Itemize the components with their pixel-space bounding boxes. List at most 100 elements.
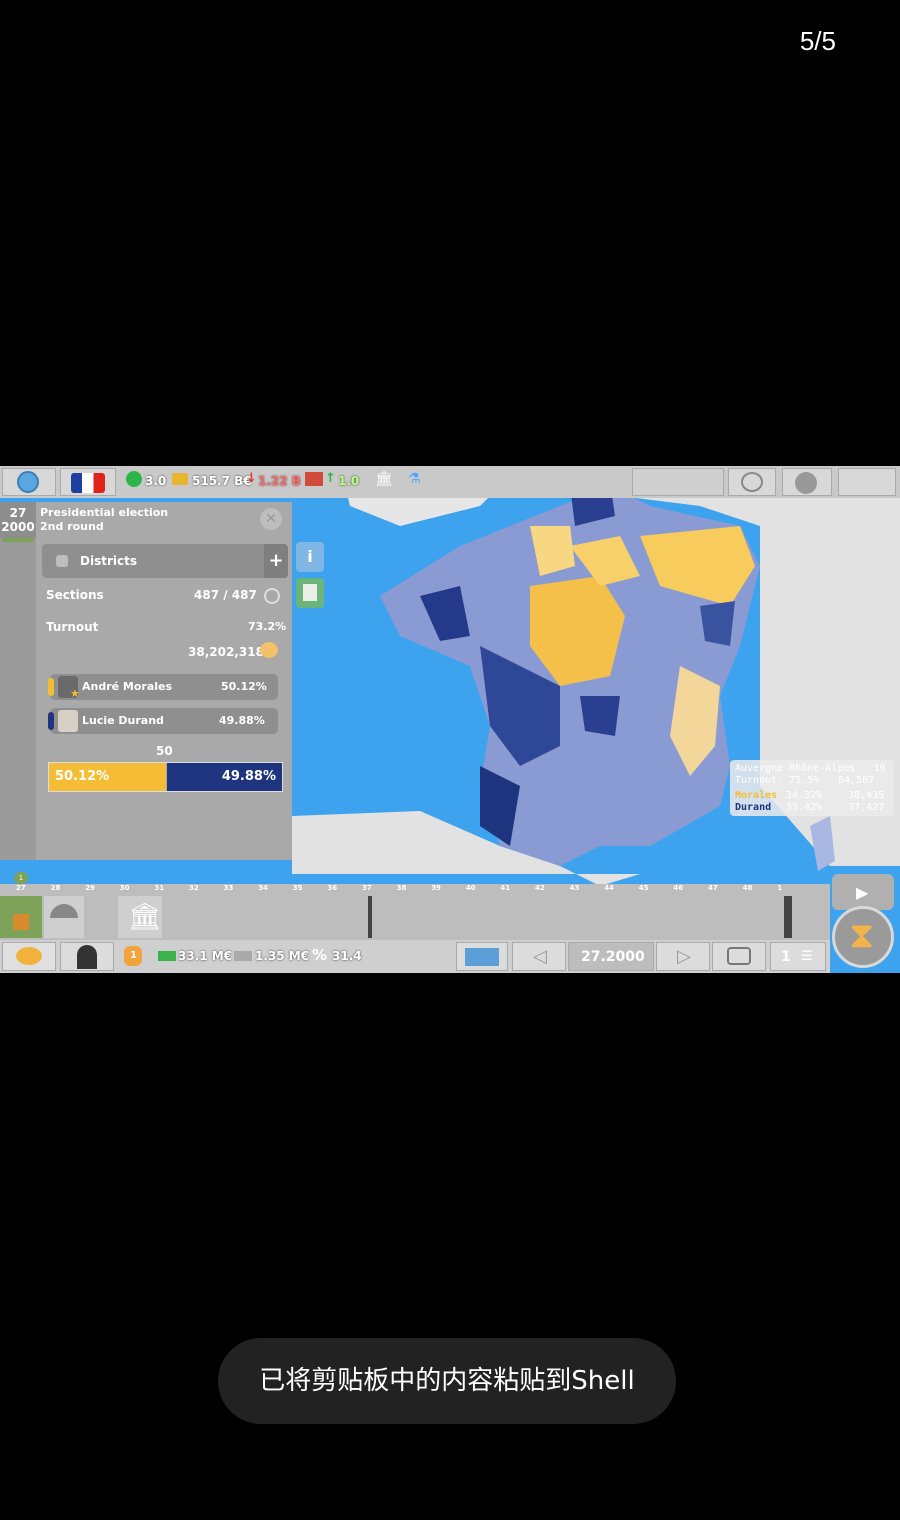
week-label: 28: [50, 884, 61, 892]
week-label: 38: [396, 884, 407, 892]
current-week-badge: 1: [14, 872, 28, 884]
date-display: 27.2000: [568, 942, 654, 971]
week-label: 1: [777, 884, 783, 892]
turnout-label: Turnout: [46, 620, 99, 634]
week-label: 35: [292, 884, 303, 892]
hexagon-icon: [56, 555, 68, 567]
happiness-value: 3.0: [145, 474, 167, 488]
parliament-button[interactable]: [44, 896, 84, 938]
week-label: 41: [500, 884, 511, 892]
tooltip-durand-votes: 37,427: [848, 802, 885, 813]
list-page-number: 1: [781, 949, 791, 965]
map-mode-button-1[interactable]: [632, 468, 724, 496]
institution-button[interactable]: 🏛: [118, 896, 162, 938]
happiness-icon: [126, 471, 142, 487]
expense-icon: [234, 951, 252, 961]
election-round: 2nd round: [40, 520, 104, 533]
percent-icon: %: [312, 946, 328, 964]
money-change-value: 1.22 B: [258, 474, 301, 488]
government-icon: 🏛: [375, 471, 393, 487]
tooltip-durand-name: Durand: [735, 802, 772, 813]
chat-bubbles-icon: [727, 947, 751, 965]
top-bar: 3.0 515.7 B€ ↓ 1.22 B ↑ 1.0 🏛 ⚗: [0, 466, 900, 498]
world-map-button[interactable]: [456, 942, 508, 971]
expense-value: 1.35 M€: [255, 949, 310, 963]
election-title: Presidential election: [40, 506, 169, 519]
timeline-podium-button[interactable]: [0, 896, 42, 938]
info-button[interactable]: i: [296, 542, 324, 572]
districts-label: Districts: [80, 554, 137, 568]
report-button[interactable]: [296, 578, 324, 608]
expand-plus-button[interactable]: +: [264, 544, 288, 578]
tooltip-morales-name: Morales: [735, 790, 778, 801]
population-button[interactable]: [2, 942, 56, 971]
play-button[interactable]: ▶: [832, 874, 894, 910]
tooltip-turnout-votes: 84,507: [838, 775, 875, 786]
hand-count: 1: [130, 950, 137, 961]
close-button[interactable]: ✕: [260, 508, 282, 530]
page-counter: 5/5: [799, 26, 836, 56]
week-label: 40: [465, 884, 476, 892]
industry-value: 1.0: [338, 474, 360, 488]
current-date: 27.2000: [581, 949, 645, 965]
date-year: 2000: [1, 520, 35, 534]
timeline-podium-icon: [13, 914, 29, 930]
morales-name: André Morales: [82, 680, 173, 693]
globe-icon: [17, 471, 39, 493]
durand-percentage: 49.88%: [219, 714, 265, 727]
tooltip-morales-votes: 38,435: [848, 790, 885, 801]
info-icon: i: [307, 547, 313, 566]
bottom-bar: 1 33.1 M€ 1.35 M€ % 31.4 ◁ 27.2000 ▷ 1 ☰: [0, 940, 830, 973]
turnout-percentage: 73.2%: [248, 620, 287, 633]
durand-avatar: [58, 710, 78, 732]
money-value: 515.7 B€: [192, 474, 252, 488]
previous-week-button[interactable]: ◁: [512, 942, 566, 971]
candidate-row-durand[interactable]: Lucie Durand 49.88%: [48, 708, 278, 734]
next-week-button[interactable]: ▷: [656, 942, 710, 971]
shield-button[interactable]: [728, 468, 776, 496]
week-label: 33: [223, 884, 234, 892]
winner-star-icon: ★: [70, 687, 80, 700]
tooltip-turnout: Turnout: 75.5%: [735, 775, 820, 786]
down-arrow-icon: ↓: [246, 471, 257, 486]
coins-icon: [172, 473, 188, 485]
left-tool-strip: [0, 502, 37, 860]
science-flask-icon: ⚗: [408, 471, 421, 487]
messages-button[interactable]: [712, 942, 766, 971]
turnout-votes: 38,202,318: [188, 645, 264, 659]
country-flag-button[interactable]: [60, 468, 116, 496]
date-day: 27: [9, 506, 27, 520]
week-label: 36: [327, 884, 338, 892]
week-label: 43: [569, 884, 580, 892]
week-label: 45: [638, 884, 649, 892]
list-icon: ☰: [801, 949, 813, 964]
durand-share-label: 49.88%: [221, 769, 276, 784]
week-label: 48: [742, 884, 753, 892]
week-label: 39: [431, 884, 441, 892]
districts-selector[interactable]: Districts +: [42, 544, 288, 578]
list-button[interactable]: 1 ☰: [770, 942, 826, 971]
week-label: 29: [85, 884, 95, 892]
globe-button[interactable]: [2, 468, 56, 496]
week-label: 37: [362, 884, 372, 892]
candidate-row-morales[interactable]: ★ André Morales 50.12%: [48, 674, 278, 700]
morales-color-marker: [48, 678, 54, 696]
up-arrow-icon: ↑: [325, 471, 336, 486]
crowd-icon: [260, 642, 278, 658]
durand-color-marker: [48, 712, 54, 730]
cash-icon: [158, 951, 176, 961]
chevron-right-icon: ▷: [677, 946, 691, 967]
week-label: 42: [535, 884, 545, 892]
tooltip-region: Auvergne-Rhône-Alpes - 19: [735, 763, 886, 774]
leader-button[interactable]: [60, 942, 114, 971]
hourglass-icon: ⧗: [849, 915, 875, 956]
durand-name: Lucie Durand: [82, 714, 164, 727]
factory-icon: [305, 472, 323, 486]
percent-value: 31.4: [332, 949, 362, 963]
hourglass-button[interactable]: ⧗: [832, 906, 894, 968]
settings-button[interactable]: [782, 468, 832, 496]
france-flag-icon: [71, 473, 105, 493]
play-icon: ▶: [856, 883, 869, 902]
week-label: 30: [119, 884, 130, 892]
menu-button[interactable]: [838, 468, 896, 496]
